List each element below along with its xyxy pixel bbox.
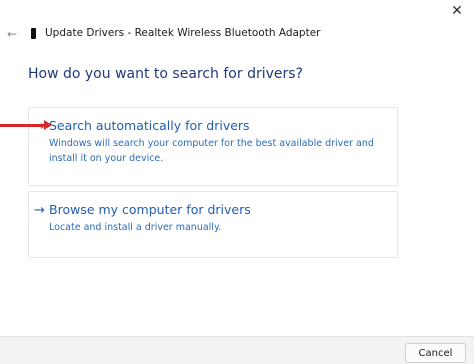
dialog-footer: Cancel	[0, 336, 474, 364]
arrow-right-icon: →	[34, 203, 45, 218]
annotation-arrow	[0, 120, 52, 130]
search-automatically-option[interactable]: → Search automatically for drivers Windo…	[28, 107, 398, 186]
browse-computer-option[interactable]: → Browse my computer for drivers Locate …	[28, 191, 398, 258]
option-title: Search automatically for drivers	[49, 118, 250, 133]
page-heading: How do you want to search for drivers?	[28, 66, 303, 82]
update-drivers-dialog: ✕ ← Update Drivers - Realtek Wireless Bl…	[0, 0, 474, 364]
option-title: Browse my computer for drivers	[49, 202, 251, 217]
device-icon	[31, 28, 36, 39]
cancel-button[interactable]: Cancel	[405, 343, 466, 363]
option-description: Locate and install a driver manually.	[49, 222, 222, 233]
title-bar: ← Update Drivers - Realtek Wireless Blue…	[0, 22, 474, 48]
window-title: Update Drivers - Realtek Wireless Blueto…	[45, 27, 321, 39]
close-icon[interactable]: ✕	[446, 0, 468, 22]
option-description: Windows will search your computer for th…	[49, 138, 374, 164]
back-arrow-icon[interactable]: ←	[4, 26, 20, 42]
